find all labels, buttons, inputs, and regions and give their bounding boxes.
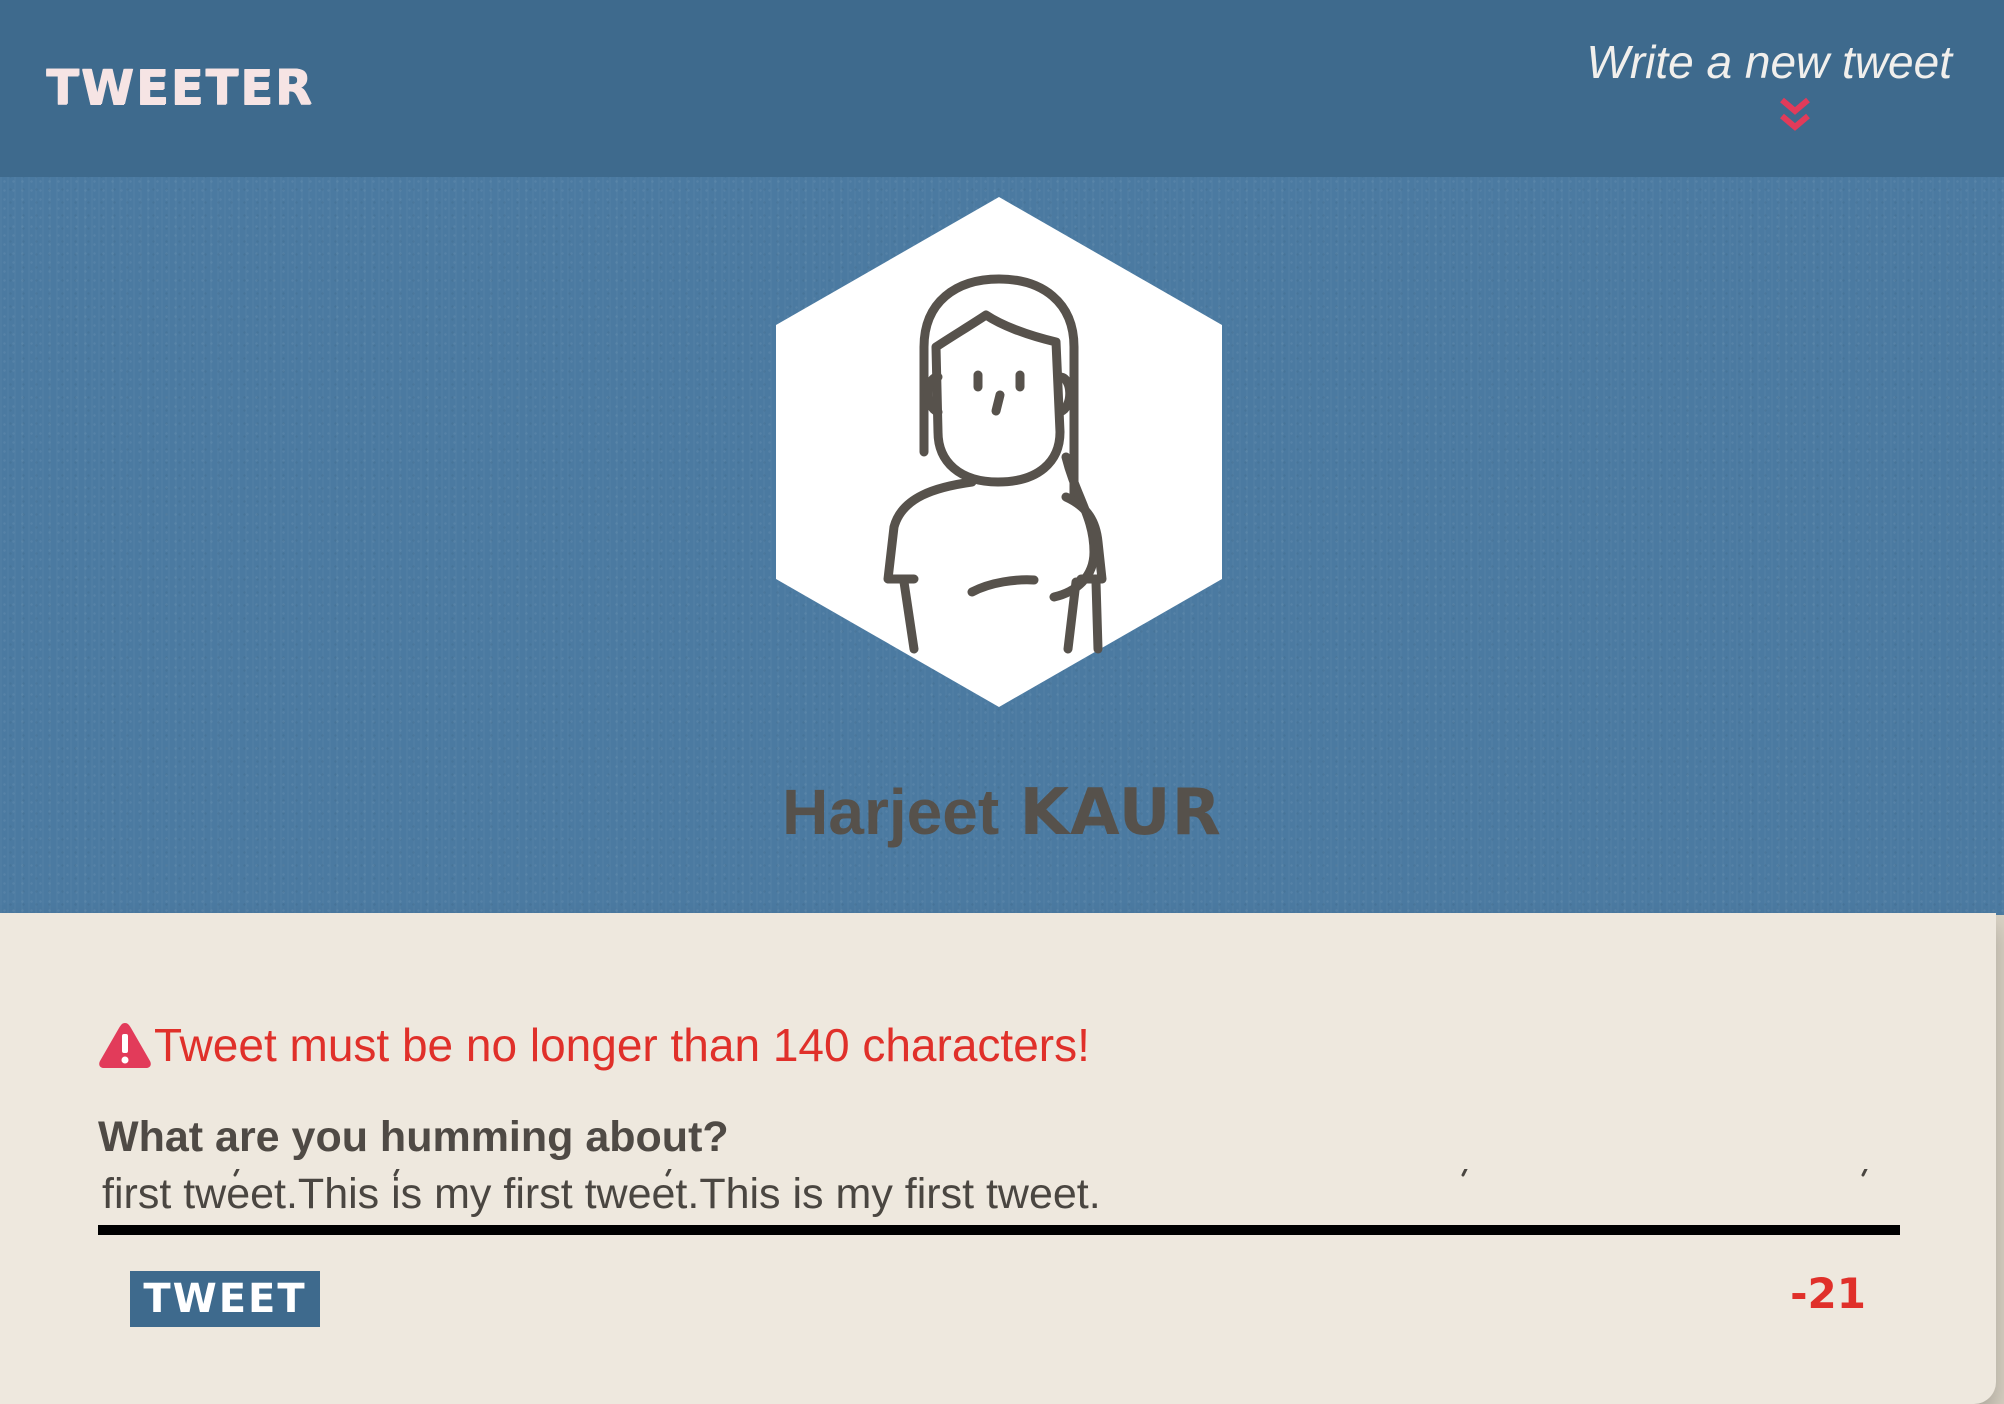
tweet-prompt-label: What are you humming about? <box>98 1113 729 1161</box>
top-navbar: TWEETER Write a new tweet <box>0 0 2004 177</box>
profile-name: Harjeet KAUR <box>0 772 2004 853</box>
write-new-tweet-toggle[interactable]: Write a new tweet <box>1532 34 1952 144</box>
profile-last-name: KAUR <box>1019 776 1222 850</box>
new-tweet-form: Tweet must be no longer than 140 charact… <box>0 913 1996 1404</box>
character-counter: -21 <box>1790 1269 1866 1318</box>
error-text: Tweet must be no longer than 140 charact… <box>154 1019 1090 1071</box>
woman-avatar-icon <box>776 197 1222 707</box>
tweet-submit-button[interactable]: TWEET <box>130 1271 320 1327</box>
profile-first-name: Harjeet <box>782 776 1000 848</box>
brand-logo[interactable]: TWEETER <box>46 60 314 116</box>
write-new-tweet-label[interactable]: Write a new tweet <box>1532 34 1952 90</box>
profile-header: Harjeet KAUR <box>0 177 2004 915</box>
double-chevron-down-icon[interactable] <box>1778 96 1812 136</box>
warning-icon <box>99 1023 151 1068</box>
tweet-textarea[interactable]: first tweet.This is my first tweet.This … <box>98 1169 1900 1235</box>
app: TWEETER Write a new tweet Harjeet KAUR T… <box>0 0 2004 1404</box>
error-message: Tweet must be no longer than 140 charact… <box>98 1013 1090 1077</box>
tweet-text-value[interactable]: first tweet.This is my first tweet.This … <box>102 1170 1101 1219</box>
